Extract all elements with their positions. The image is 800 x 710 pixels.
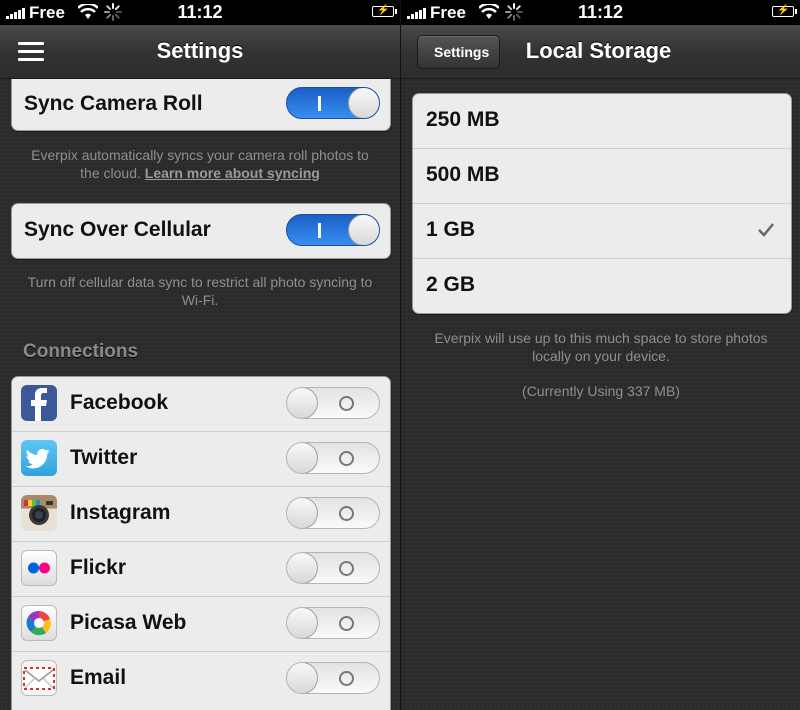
learn-more-link[interactable]: Learn more about syncing [145, 165, 320, 181]
storage-usage-text: (Currently Using 337 MB) [522, 383, 680, 399]
back-button[interactable]: Settings [417, 35, 501, 69]
connection-row-twitter[interactable]: Twitter [12, 432, 390, 487]
connection-row-email[interactable]: Email [12, 652, 390, 706]
twitter-icon [21, 440, 57, 476]
facebook-icon [21, 385, 57, 421]
instagram-icon [21, 495, 57, 531]
cellular-help-text: Turn off cellular data sync to restrict … [27, 274, 373, 308]
twitter-toggle[interactable] [286, 442, 380, 474]
email-icon [21, 660, 57, 696]
connection-label: Instagram [70, 501, 171, 524]
status-bar: Free 11:12 ⚡ [0, 0, 400, 25]
connection-label: Flickr [70, 556, 127, 579]
connection-label: Facebook [70, 391, 169, 414]
sync-cellular-toggle[interactable] [286, 214, 380, 246]
page-title: Local Storage [525, 38, 672, 63]
sync-cellular-group: Sync Over Cellular [11, 203, 391, 259]
picasa-icon [21, 605, 57, 641]
navigation-bar: Settings Local Storage [401, 25, 800, 79]
navigation-bar-overlay: Settings [0, 25, 400, 79]
status-time: 11:12 [577, 2, 624, 22]
connection-label: Picasa Web [70, 611, 187, 634]
instagram-toggle[interactable] [286, 497, 380, 529]
flickr-icon [21, 550, 57, 586]
storage-options-list: 250 MB 500 MB 1 GB 2 GB [412, 93, 792, 314]
connection-row-facebook[interactable]: Facebook [12, 377, 390, 432]
picasa-toggle[interactable] [286, 607, 380, 639]
sync-camera-roll-label: Sync Camera Roll [24, 92, 203, 115]
storage-option-label: 1 GB [426, 218, 476, 241]
storage-option-label: 250 MB [426, 108, 500, 131]
facebook-toggle[interactable] [286, 387, 380, 419]
sync-camera-roll-toggle[interactable] [286, 87, 380, 119]
battery-icon: ⚡ [372, 5, 397, 17]
page-title: Settings [156, 38, 244, 63]
local-storage-screen: Free 11:12 ⚡ Settings Local Storage 250 … [400, 0, 800, 710]
sync-cellular-row[interactable]: Sync Over Cellular [12, 204, 390, 258]
battery-icon: ⚡ [772, 5, 797, 17]
connection-label: Email [70, 666, 127, 689]
connection-row-flickr[interactable]: Flickr [12, 542, 390, 597]
settings-screen: Free 11:12 ⚡ Settings Sync Camera Roll [0, 0, 400, 710]
storage-option-label: 2 GB [426, 273, 476, 296]
storage-option-label: 500 MB [426, 163, 500, 186]
storage-option-500mb[interactable]: 500 MB [413, 149, 791, 204]
camera-roll-help-text: Everpix automatically syncs your camera … [20, 146, 380, 182]
storage-help-text: Everpix will use up to this much space t… [434, 330, 768, 364]
status-time: 11:12 [177, 2, 223, 22]
storage-option-1gb[interactable]: 1 GB [413, 204, 791, 259]
email-toggle[interactable] [286, 662, 380, 694]
storage-option-2gb[interactable]: 2 GB [413, 259, 791, 313]
flickr-toggle[interactable] [286, 552, 380, 584]
status-bar: Free 11:12 ⚡ [401, 0, 800, 25]
connection-label: Twitter [70, 446, 138, 469]
sync-cellular-label: Sync Over Cellular [24, 218, 211, 241]
connection-row-picasa[interactable]: Picasa Web [12, 597, 390, 652]
connections-list: Facebook Twitter Instagram Flickr Picasa… [11, 376, 391, 710]
connection-row-instagram[interactable]: Instagram [12, 487, 390, 542]
connections-header: Connections [23, 341, 139, 362]
storage-option-250mb[interactable]: 250 MB [413, 94, 791, 149]
checkmark-icon [758, 223, 774, 237]
